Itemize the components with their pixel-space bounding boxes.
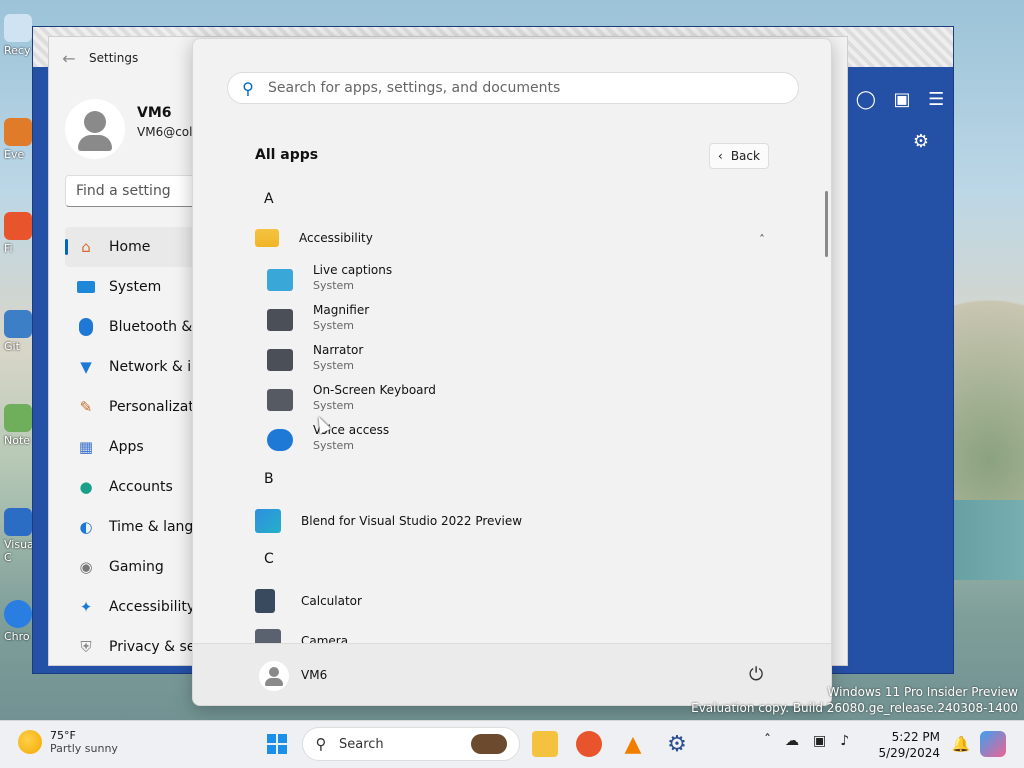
app-blend-visual-studio[interactable]: Blend for Visual Studio 2022 Preview xyxy=(255,509,522,533)
system-icon xyxy=(75,277,97,297)
taskbar: 75°F Partly sunny ⚲ Search ▲ ⚙ ˆ ☁ ▣ ♪ 5… xyxy=(0,720,1024,768)
avatar-body xyxy=(78,135,112,151)
start-search-input[interactable]: ⚲ Search for apps, settings, and documen… xyxy=(227,72,799,104)
app-voice-access[interactable]: Voice access System xyxy=(267,423,389,452)
search-icon: ⚲ xyxy=(242,78,254,98)
chevron-up-icon[interactable]: ˆ xyxy=(764,733,771,749)
display-icon[interactable]: ▣ xyxy=(813,733,826,749)
start-menu: ⚲ Search for apps, settings, and documen… xyxy=(192,38,832,706)
taskbar-search[interactable]: ⚲ Search xyxy=(302,727,520,761)
keyboard-icon xyxy=(267,389,293,411)
network-offline-icon[interactable]: ☁ xyxy=(785,733,799,749)
back-button[interactable]: ‹ Back xyxy=(709,143,769,169)
copilot-icon[interactable] xyxy=(980,731,1006,757)
start-button[interactable] xyxy=(264,731,290,757)
menu-icon[interactable]: ☰ xyxy=(928,89,944,110)
live-captions-icon xyxy=(267,269,293,291)
scrollbar-thumb[interactable] xyxy=(825,191,828,257)
apps-icon: ▦ xyxy=(78,438,94,456)
chrome-icon xyxy=(4,600,32,628)
windows-logo-icon xyxy=(267,734,287,754)
otter-search-highlight-icon xyxy=(471,734,507,754)
letter-header-a[interactable]: A xyxy=(264,191,274,207)
app-on-screen-keyboard[interactable]: On-Screen Keyboard System xyxy=(267,383,436,412)
clock[interactable]: 5:22 PM 5/29/2024 xyxy=(876,729,940,761)
all-apps-list: A Accessibility ˆ Live captions System M… xyxy=(193,179,813,643)
brush-icon: ✎ xyxy=(79,398,93,416)
settings-taskbar-icon[interactable]: ⚙ xyxy=(664,731,690,757)
app-narrator[interactable]: Narrator System xyxy=(267,343,363,372)
folder-accessibility[interactable]: Accessibility xyxy=(255,229,373,247)
avatar-head xyxy=(84,111,106,133)
calculator-icon xyxy=(255,589,275,613)
settings-title: Settings xyxy=(89,51,139,65)
app-magnifier[interactable]: Magnifier System xyxy=(267,303,369,332)
account-icon[interactable]: ◯ xyxy=(856,89,876,110)
app-live-captions[interactable]: Live captions System xyxy=(267,263,392,292)
extensions-icon[interactable]: ▣ xyxy=(894,89,911,110)
app-toolbar: ◯ ▣ ☰ xyxy=(847,77,953,121)
notepad-icon xyxy=(4,404,32,432)
camera-icon xyxy=(255,629,281,643)
gear-icon[interactable]: ⚙ xyxy=(913,131,929,152)
file-explorer-icon[interactable] xyxy=(532,731,558,757)
power-icon[interactable]: ⏻ xyxy=(749,664,763,685)
person-icon: ● xyxy=(79,478,93,496)
avatar-head xyxy=(269,667,279,677)
volume-icon[interactable]: ♪ xyxy=(840,733,849,749)
visual-studio-icon xyxy=(4,508,32,536)
everything-icon xyxy=(4,118,32,146)
recycle-bin-icon xyxy=(4,14,32,42)
home-icon: ⌂ xyxy=(81,238,91,256)
back-arrow-icon[interactable]: ← xyxy=(49,49,89,68)
avatar[interactable] xyxy=(65,99,125,159)
shield-icon: ⛨ xyxy=(80,638,92,656)
app-calculator[interactable]: Calculator xyxy=(255,589,362,613)
letter-header-c[interactable]: C xyxy=(264,551,274,567)
chevron-up-icon[interactable]: ˆ xyxy=(759,233,765,247)
chevron-left-icon: ‹ xyxy=(718,149,723,163)
notification-bell-icon[interactable]: 🔔 xyxy=(948,731,974,757)
desktop: Recy Eve Fi Git Note Visua C Chro ◯ ▣ ☰ … xyxy=(0,0,1024,768)
firefox-icon xyxy=(4,212,32,240)
search-icon: ⚲ xyxy=(315,735,327,753)
voice-access-icon xyxy=(267,429,293,451)
firefox-taskbar-icon[interactable] xyxy=(576,731,602,757)
app-camera[interactable]: Camera xyxy=(255,629,348,643)
globe-clock-icon: ◐ xyxy=(79,518,93,536)
partly-sunny-icon xyxy=(18,730,42,754)
vlc-icon[interactable]: ▲ xyxy=(620,731,646,757)
folder-icon xyxy=(255,229,279,247)
wifi-icon: ▼ xyxy=(80,358,92,376)
gamepad-icon: ◉ xyxy=(79,558,93,576)
user-name: VM6 xyxy=(137,105,172,121)
footer-avatar[interactable] xyxy=(259,661,289,691)
narrator-icon xyxy=(267,349,293,371)
all-apps-heading: All apps xyxy=(255,147,319,163)
git-icon xyxy=(4,310,32,338)
weather-widget[interactable]: 75°F Partly sunny xyxy=(18,729,118,755)
blend-icon xyxy=(255,509,281,533)
avatar-body xyxy=(265,678,283,686)
letter-header-b[interactable]: B xyxy=(264,471,274,487)
magnifier-icon xyxy=(267,309,293,331)
system-tray: ˆ ☁ ▣ ♪ xyxy=(764,733,849,749)
accessibility-icon: ✦ xyxy=(79,598,93,616)
bluetooth-icon xyxy=(75,317,97,337)
watermark: Windows 11 Pro Insider Preview Evaluatio… xyxy=(691,685,1018,715)
footer-user-name[interactable]: VM6 xyxy=(301,668,327,682)
user-email: VM6@coll xyxy=(137,125,196,139)
